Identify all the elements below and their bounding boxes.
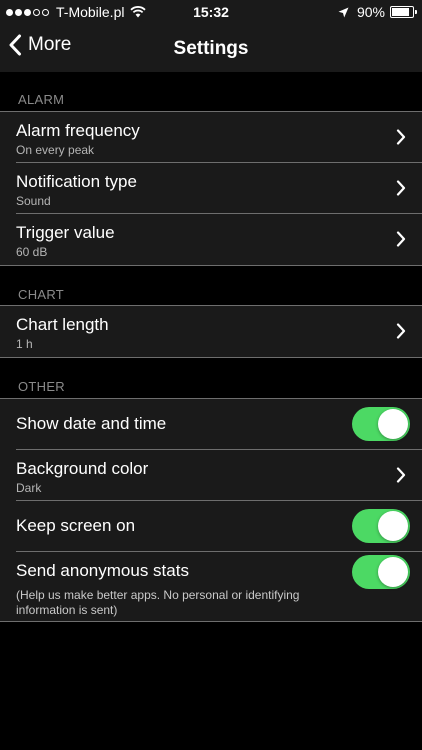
battery-level	[392, 8, 409, 16]
trigger-value-title: Trigger value	[16, 223, 115, 242]
notification-type-row[interactable]: Notification type Sound	[0, 163, 422, 214]
status-right: 90%	[338, 4, 417, 20]
chevron-right-icon	[396, 231, 406, 247]
section-header-alarm: ALARM	[18, 92, 65, 107]
section-header-other: OTHER	[18, 379, 65, 394]
notification-type-title: Notification type	[16, 172, 137, 191]
show-date-time-row: Show date and time	[0, 399, 422, 450]
status-bar: T-Mobile.pl 15:32 90%	[0, 0, 422, 26]
chevron-right-icon	[396, 180, 406, 196]
send-stats-toggle[interactable]	[352, 555, 410, 589]
keep-screen-on-toggle[interactable]	[352, 509, 410, 543]
background-color-value: Dark	[16, 481, 42, 495]
location-arrow-icon	[338, 7, 349, 17]
alarm-group: Alarm frequency On every peak Notificati…	[0, 111, 422, 266]
alarm-frequency-value: On every peak	[16, 143, 95, 157]
send-stats-note: (Help us make better apps. No personal o…	[16, 588, 300, 617]
alarm-frequency-row[interactable]: Alarm frequency On every peak	[0, 112, 422, 163]
background-color-title: Background color	[16, 459, 149, 478]
notification-type-value: Sound	[16, 194, 51, 208]
chart-group: Chart length 1 h	[0, 305, 422, 358]
show-date-time-toggle[interactable]	[352, 407, 410, 441]
chart-length-row[interactable]: Chart length 1 h	[0, 306, 422, 357]
other-group: Show date and time Background color Dark…	[0, 398, 422, 622]
chart-length-title: Chart length	[16, 315, 109, 334]
send-stats-title: Send anonymous stats	[16, 561, 189, 580]
show-date-time-title: Show date and time	[16, 414, 167, 433]
keep-screen-on-row: Keep screen on	[0, 501, 422, 552]
alarm-frequency-title: Alarm frequency	[16, 121, 140, 140]
chevron-right-icon	[396, 323, 406, 339]
keep-screen-on-title: Keep screen on	[16, 516, 136, 535]
background-color-row[interactable]: Background color Dark	[0, 450, 422, 501]
chevron-right-icon	[396, 467, 406, 483]
battery-icon	[390, 6, 417, 18]
section-header-chart: CHART	[18, 287, 65, 302]
navigation-bar: More Settings	[0, 26, 422, 72]
send-stats-row: Send anonymous stats (Help us make bette…	[0, 552, 422, 621]
trigger-value-value: 60 dB	[16, 245, 48, 259]
page-title: Settings	[173, 38, 249, 59]
chevron-right-icon	[396, 129, 406, 145]
battery-percent: 90%	[356, 4, 385, 20]
trigger-value-row[interactable]: Trigger value 60 dB	[0, 214, 422, 265]
chart-length-value: 1 h	[16, 337, 33, 351]
